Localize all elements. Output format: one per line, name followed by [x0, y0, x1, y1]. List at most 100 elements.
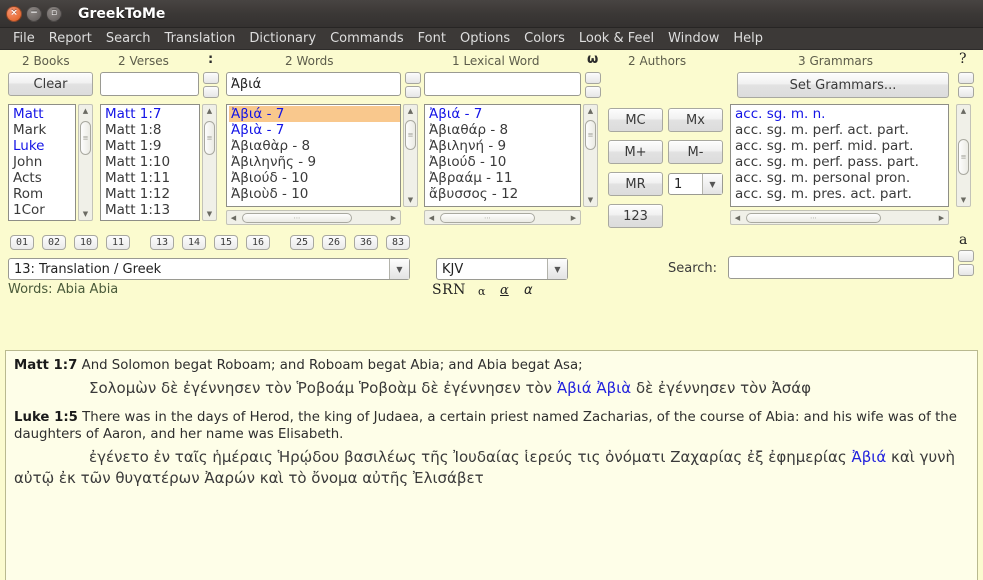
scroll-track[interactable]: ⋯: [438, 212, 567, 224]
scroll-track[interactable]: ≡: [404, 117, 417, 194]
words-spinner-down[interactable]: [405, 86, 421, 98]
list-item[interactable]: 1Cor: [11, 202, 75, 218]
grammars-spinner-down[interactable]: [958, 86, 974, 98]
scroll-right-icon[interactable]: ▶: [567, 211, 580, 224]
strongs-chip-10[interactable]: 10: [74, 235, 98, 250]
strongs-chip-14[interactable]: 14: [182, 235, 206, 250]
greek-highlight-word[interactable]: Ἀβιά Ἀβιὰ: [557, 379, 631, 397]
list-item[interactable]: Matt 1:8: [103, 122, 199, 138]
right-spinner-down[interactable]: [958, 264, 974, 276]
memory-recall-button[interactable]: MR: [608, 172, 663, 196]
memory-slot-combo[interactable]: 1 ▼: [668, 173, 723, 195]
list-item[interactable]: Ἀβιά - 7: [427, 106, 580, 122]
scroll-thumb[interactable]: ≡: [80, 121, 91, 155]
scroll-thumb[interactable]: ≡: [405, 120, 416, 150]
strongs-chip-25[interactable]: 25: [290, 235, 314, 250]
scroll-down-icon[interactable]: ▼: [957, 194, 970, 206]
lexical-spinner-up[interactable]: [585, 72, 601, 84]
scroll-track[interactable]: ⋯: [744, 212, 935, 224]
list-item[interactable]: acc. sg. m. perf. act. part.: [733, 122, 948, 138]
words-listbox[interactable]: Ἀβιά - 7 Ἀβιὰ - 7 Ἀβιαθὰρ - 8 Ἀβιληνῆς -…: [226, 104, 401, 207]
scroll-track[interactable]: ≡: [203, 117, 216, 208]
grammars-spinner[interactable]: [958, 72, 974, 98]
menu-dictionary[interactable]: Dictionary: [242, 29, 323, 48]
list-item[interactable]: Ἀβιὰ - 7: [229, 122, 400, 138]
strongs-chip-16[interactable]: 16: [246, 235, 270, 250]
menu-translation[interactable]: Translation: [158, 29, 243, 48]
menu-options[interactable]: Options: [453, 29, 517, 48]
words-vertical-scrollbar[interactable]: ▲ ≡ ▼: [403, 104, 418, 207]
list-item[interactable]: Ἀβιαθὰρ - 8: [229, 138, 400, 154]
scroll-track[interactable]: ≡: [79, 117, 92, 208]
right-spinner[interactable]: [958, 250, 974, 276]
list-item[interactable]: Matt 1:10: [103, 154, 199, 170]
scroll-thumb[interactable]: ⋯: [440, 213, 535, 223]
greek-highlight-word[interactable]: Ἀβιά: [851, 448, 886, 466]
results-text-area[interactable]: Matt 1:7 And Solomon begat Roboam; and R…: [5, 350, 978, 580]
scroll-thumb[interactable]: ≡: [204, 121, 215, 155]
scroll-up-icon[interactable]: ▲: [79, 105, 92, 117]
scroll-right-icon[interactable]: ▶: [387, 211, 400, 224]
list-item[interactable]: Matt 1:7: [103, 106, 199, 122]
clear-button[interactable]: Clear: [8, 72, 93, 96]
list-item[interactable]: acc. sg. m. n.: [733, 106, 948, 122]
list-item[interactable]: Matt 1:13: [103, 202, 199, 218]
scroll-track[interactable]: ⋯: [240, 212, 387, 224]
list-item[interactable]: Ἀβιληνή - 9: [427, 138, 580, 154]
close-window-icon[interactable]: ×: [6, 6, 22, 22]
grammars-listbox[interactable]: acc. sg. m. n. acc. sg. m. perf. act. pa…: [730, 104, 949, 207]
minimize-window-icon[interactable]: −: [26, 6, 42, 22]
maximize-window-icon[interactable]: ▫: [46, 6, 62, 22]
menu-colors[interactable]: Colors: [517, 29, 572, 48]
words-spinner[interactable]: [405, 72, 421, 98]
scroll-thumb[interactable]: ⋯: [242, 213, 352, 223]
menu-look-and-feel[interactable]: Look & Feel: [572, 29, 661, 48]
verses-input[interactable]: [100, 72, 199, 96]
strongs-chip-01[interactable]: 01: [10, 235, 34, 250]
strongs-chip-02[interactable]: 02: [42, 235, 66, 250]
list-item[interactable]: Matt 1:11: [103, 170, 199, 186]
menu-help[interactable]: Help: [726, 29, 770, 48]
list-item[interactable]: Ἀβιαθάρ - 8: [427, 122, 580, 138]
list-item[interactable]: John: [11, 154, 75, 170]
alpha-italic-icon[interactable]: α: [524, 283, 533, 298]
scroll-down-icon[interactable]: ▼: [404, 194, 417, 206]
memory-numeric-button[interactable]: 123: [608, 204, 663, 228]
alpha-underline-icon[interactable]: α: [500, 283, 509, 298]
chevron-down-icon[interactable]: ▼: [702, 174, 722, 194]
lexical-spinner[interactable]: [585, 72, 601, 98]
list-item[interactable]: Ἀβιληνῆς - 9: [229, 154, 400, 170]
verses-vertical-scrollbar[interactable]: ▲ ≡ ▼: [202, 104, 217, 221]
memory-subtract-button[interactable]: M-: [668, 140, 723, 164]
help-symbol[interactable]: ?: [959, 51, 967, 67]
report-type-combo[interactable]: 13: Translation / Greek ▼: [8, 258, 410, 280]
scroll-left-icon[interactable]: ◀: [425, 211, 438, 224]
strongs-chip-26[interactable]: 26: [322, 235, 346, 250]
list-item[interactable]: Matt 1:9: [103, 138, 199, 154]
scroll-thumb[interactable]: ≡: [958, 139, 969, 175]
list-item[interactable]: Ἀβιούδ - 10: [427, 154, 580, 170]
words-spinner-up[interactable]: [405, 72, 421, 84]
menu-file[interactable]: File: [6, 29, 42, 48]
chevron-down-icon[interactable]: ▼: [389, 259, 409, 279]
scroll-left-icon[interactable]: ◀: [731, 211, 744, 224]
scroll-down-icon[interactable]: ▼: [79, 208, 92, 220]
verses-listbox[interactable]: Matt 1:7 Matt 1:8 Matt 1:9 Matt 1:10 Mat…: [100, 104, 200, 221]
scroll-right-icon[interactable]: ▶: [935, 211, 948, 224]
list-item-selected[interactable]: Ἀβιά - 7: [229, 106, 400, 122]
menu-font[interactable]: Font: [411, 29, 453, 48]
scroll-down-icon[interactable]: ▼: [584, 194, 597, 206]
words-input[interactable]: Ἀβιά: [226, 72, 401, 96]
list-item[interactable]: Matt 1:12: [103, 186, 199, 202]
search-input[interactable]: [728, 256, 954, 279]
verses-spinner-up[interactable]: [203, 72, 219, 84]
list-item[interactable]: Luke: [11, 138, 75, 154]
lexical-vertical-scrollbar[interactable]: ▲ ≡ ▼: [583, 104, 598, 207]
strongs-chip-83[interactable]: 83: [386, 235, 410, 250]
scroll-track[interactable]: ≡: [584, 117, 597, 194]
list-item[interactable]: Acts: [11, 170, 75, 186]
menu-commands[interactable]: Commands: [323, 29, 411, 48]
words-horizontal-scrollbar[interactable]: ◀ ⋯ ▶: [226, 210, 401, 225]
lexical-horizontal-scrollbar[interactable]: ◀ ⋯ ▶: [424, 210, 581, 225]
list-item[interactable]: Ἀβιούδ - 10: [229, 170, 400, 186]
